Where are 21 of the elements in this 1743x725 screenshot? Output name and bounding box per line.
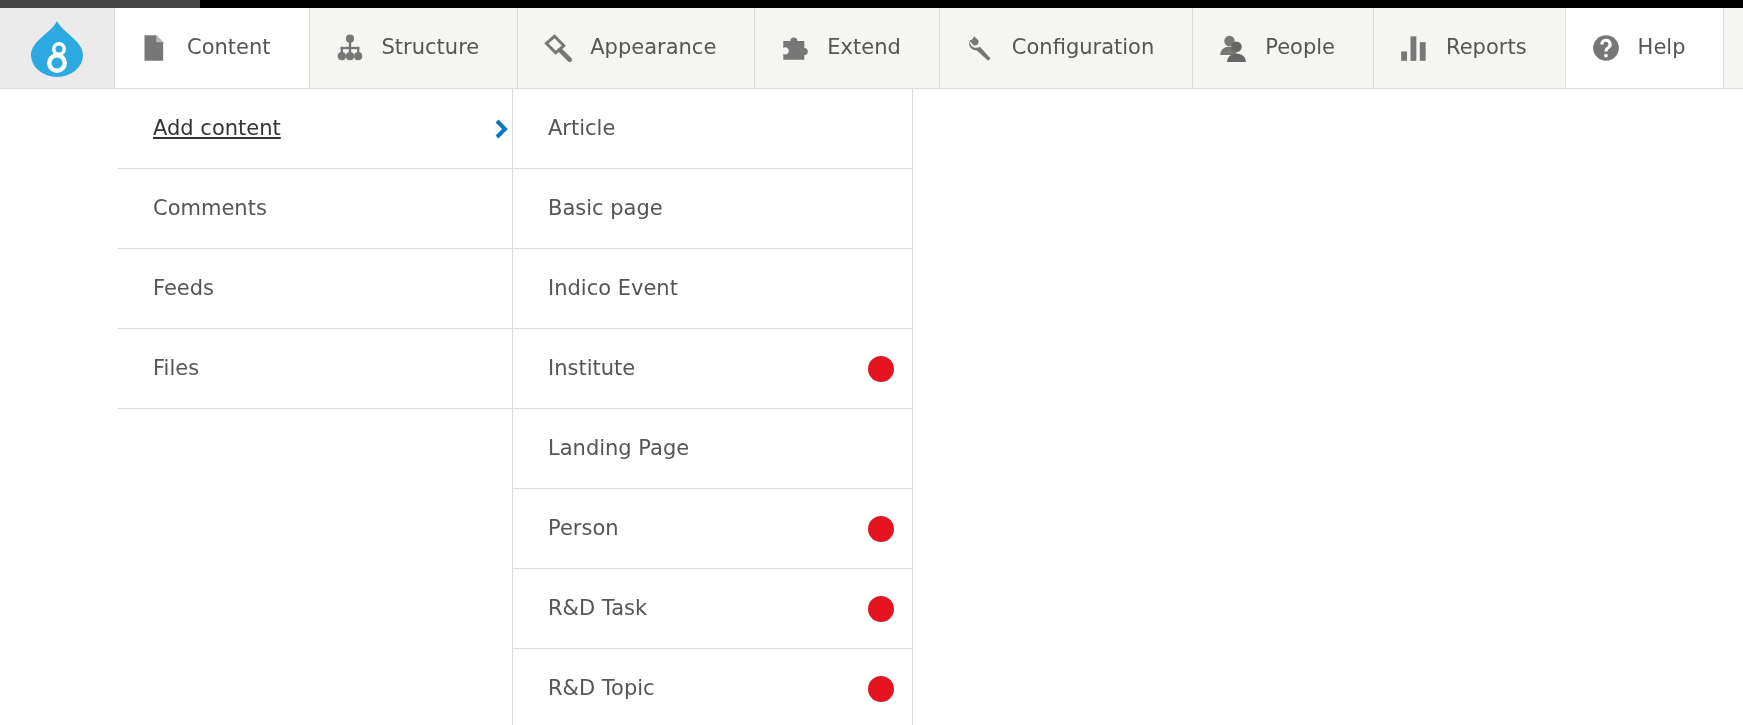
menu-item[interactable]: Add content [118, 89, 512, 169]
submenu-item[interactable]: Landing Page [513, 409, 912, 489]
drupal-logo[interactable] [29, 19, 85, 77]
help-icon [1591, 34, 1620, 62]
toolbar-tab[interactable]: Content [115, 8, 310, 88]
people-icon [1219, 34, 1248, 62]
menu-item[interactable]: Feeds [118, 249, 512, 329]
submenu-item[interactable]: R&D Topic [513, 649, 912, 725]
hierarchy-icon [335, 34, 364, 62]
submenu-item[interactable]: Institute [513, 329, 912, 409]
menu-item[interactable]: Files [118, 329, 512, 409]
submenu-item[interactable]: R&D Task [513, 569, 912, 649]
toolbar-tab[interactable]: Help [1565, 8, 1725, 88]
submenu-item[interactable]: Person [513, 489, 912, 569]
submenu-item[interactable]: Indico Event [513, 249, 912, 329]
submenu-item[interactable]: Article [513, 89, 912, 169]
chevron-right-icon [494, 118, 508, 139]
submenu-item[interactable]: Basic page [513, 169, 912, 249]
paintbrush-icon [544, 34, 573, 62]
menu-item[interactable]: Comments [118, 169, 512, 249]
bar-chart-icon [1400, 34, 1429, 62]
